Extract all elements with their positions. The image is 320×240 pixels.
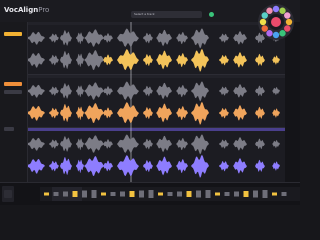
overview-segment bbox=[158, 192, 163, 196]
track-area[interactable] bbox=[28, 22, 285, 182]
overview-segment bbox=[72, 191, 78, 197]
overview-segment bbox=[101, 192, 106, 196]
color-wheel-widget[interactable] bbox=[252, 0, 300, 44]
track-3-lane bbox=[28, 128, 285, 182]
wheel-swatch bbox=[284, 12, 291, 19]
overview-segment bbox=[215, 192, 220, 196]
right-scrollbar[interactable] bbox=[285, 22, 300, 182]
waveform-canvas[interactable] bbox=[28, 22, 285, 182]
play-button bbox=[4, 190, 12, 198]
overview-segment bbox=[167, 192, 173, 196]
file-selector-label: Select a track bbox=[134, 12, 155, 16]
wheel-center-icon bbox=[271, 17, 281, 27]
overview-segment bbox=[177, 191, 182, 197]
overview-segment bbox=[234, 191, 239, 197]
wheel-swatch bbox=[279, 30, 286, 37]
wheel-swatch bbox=[279, 7, 286, 14]
overview-segment bbox=[281, 192, 287, 196]
left-panel bbox=[0, 22, 28, 182]
wheel-swatch bbox=[266, 30, 273, 37]
overview-segment bbox=[243, 191, 249, 197]
overview-segment bbox=[91, 190, 97, 198]
overview-segment bbox=[120, 191, 125, 197]
overview-segment bbox=[186, 191, 192, 197]
overview-segment bbox=[129, 191, 135, 197]
overview-segment bbox=[224, 192, 230, 196]
overview-segment bbox=[63, 191, 68, 197]
overview-segment bbox=[253, 190, 258, 198]
overview-segment bbox=[196, 190, 201, 198]
track-2-button[interactable] bbox=[4, 82, 22, 86]
wheel-swatch bbox=[284, 25, 291, 32]
wheel-swatch bbox=[272, 31, 280, 39]
overview-segment bbox=[139, 190, 144, 198]
wheel-swatch bbox=[266, 7, 273, 14]
status-indicator bbox=[209, 12, 214, 17]
track-3-button[interactable] bbox=[4, 127, 14, 131]
wheel-swatch bbox=[272, 5, 280, 13]
wheel-swatch bbox=[261, 12, 268, 19]
overview-segment bbox=[272, 192, 277, 196]
overview-segment bbox=[110, 192, 116, 196]
track-2-secondary-button[interactable] bbox=[4, 90, 22, 94]
overview-segment bbox=[205, 190, 211, 198]
overview-segment bbox=[82, 190, 87, 198]
overview-segment bbox=[44, 192, 49, 196]
overview-segment bbox=[148, 190, 154, 198]
wheel-swatch bbox=[259, 18, 267, 26]
track-1-button[interactable] bbox=[4, 32, 22, 36]
overview-segment bbox=[262, 190, 268, 198]
overview-segment bbox=[53, 192, 59, 196]
bottom-overview[interactable] bbox=[0, 182, 300, 205]
wheel-swatch bbox=[261, 25, 268, 32]
wheel-swatch bbox=[285, 18, 293, 26]
app-logo: VocAlignPro bbox=[4, 6, 50, 14]
